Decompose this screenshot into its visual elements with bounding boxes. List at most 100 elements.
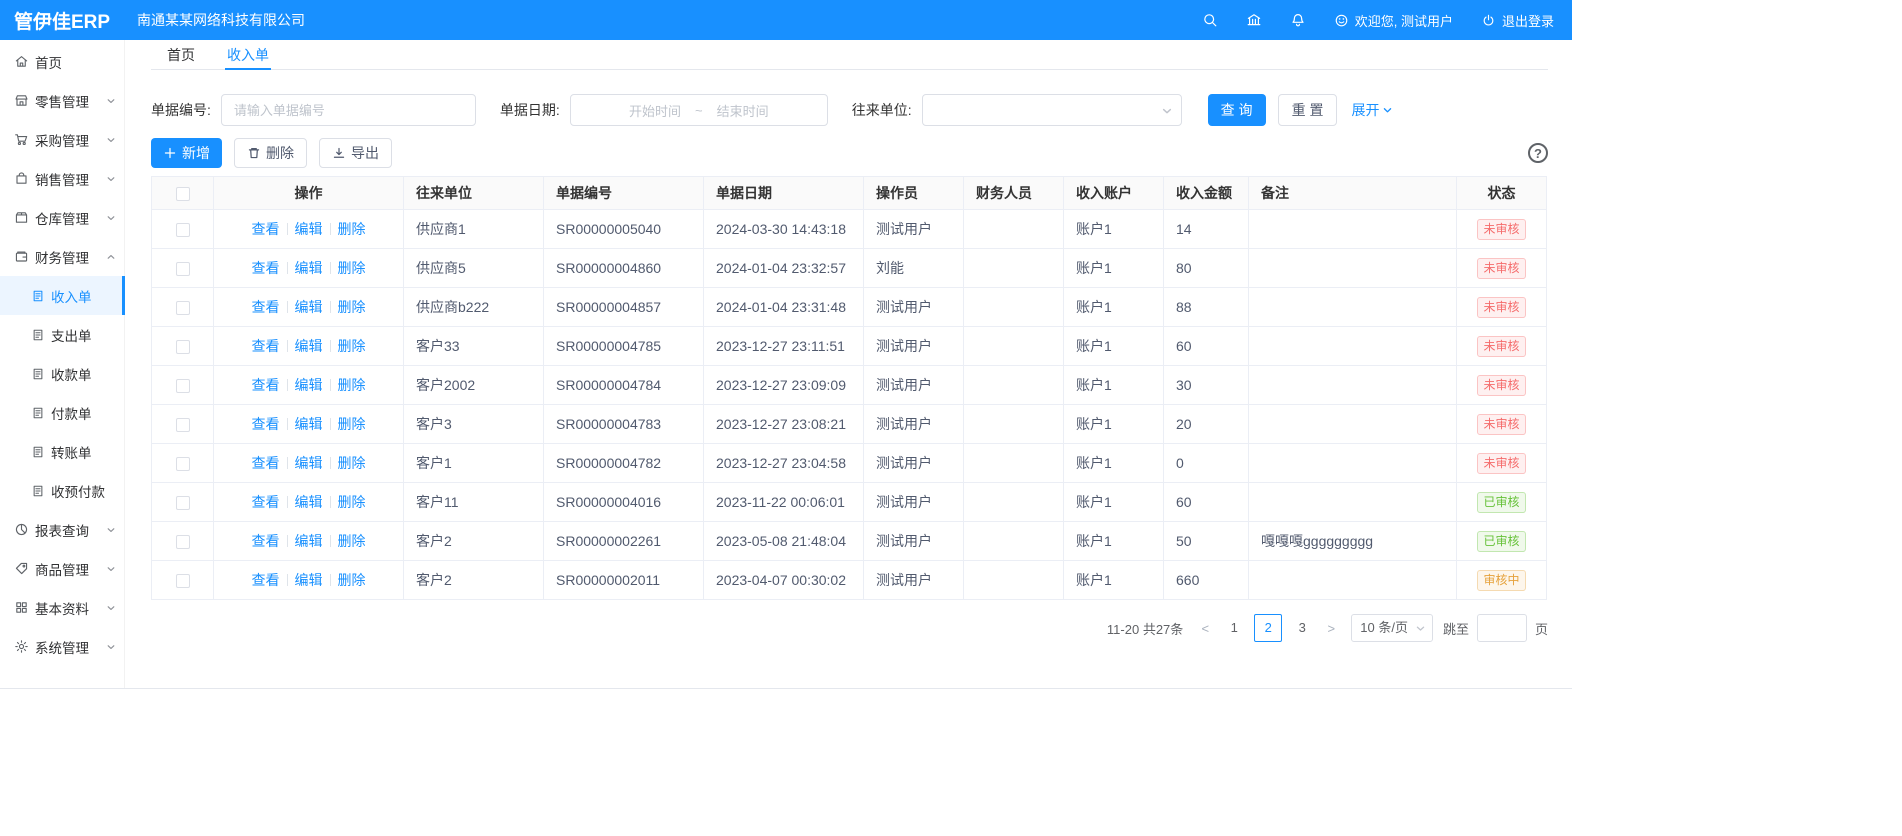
top-header: 管伊佳ERP 南通某某网络科技有限公司 欢迎您, 测试用户 退出登录	[0, 0, 1572, 40]
row-checkbox[interactable]	[176, 457, 190, 471]
view-link[interactable]: 查看	[252, 338, 280, 354]
sidebar-item-label: 基本资料	[35, 598, 89, 618]
sidebar: 首页 零售管理 采购管理 销售管理 仓库管理	[0, 40, 125, 688]
sidebar-item-label: 采购管理	[35, 130, 89, 150]
logout-button[interactable]: 退出登录	[1481, 11, 1554, 30]
sidebar-item-system-management[interactable]: 系统管理	[0, 627, 124, 666]
row-checkbox[interactable]	[176, 496, 190, 510]
edit-link[interactable]: 编辑	[295, 533, 323, 549]
sidebar-item-warehouse[interactable]: 仓库管理	[0, 198, 124, 237]
sidebar-item-income-bill[interactable]: 收入单	[0, 276, 124, 315]
row-checkbox[interactable]	[176, 418, 190, 432]
view-link[interactable]: 查看	[252, 416, 280, 432]
partner-select[interactable]	[922, 94, 1182, 126]
account-cell: 账户1	[1064, 327, 1164, 366]
page-size-select[interactable]: 10 条/页	[1351, 614, 1433, 642]
sidebar-item-home[interactable]: 首页	[0, 42, 124, 81]
home-shortcut-icon[interactable]	[1246, 12, 1262, 28]
edit-link[interactable]: 编辑	[295, 572, 323, 588]
sidebar-item-report-query[interactable]: 报表查询	[0, 510, 124, 549]
search-button[interactable]: 查 询	[1208, 94, 1266, 126]
welcome-user[interactable]: 欢迎您, 测试用户	[1334, 11, 1453, 30]
view-link[interactable]: 查看	[252, 572, 280, 588]
edit-link[interactable]: 编辑	[295, 416, 323, 432]
sidebar-item-retail[interactable]: 零售管理	[0, 81, 124, 120]
sidebar-item-purchase[interactable]: 采购管理	[0, 120, 124, 159]
row-checkbox[interactable]	[176, 223, 190, 237]
delete-link[interactable]: 删除	[338, 221, 366, 237]
page-button-1[interactable]: 1	[1220, 614, 1248, 642]
sidebar-item-sales[interactable]: 销售管理	[0, 159, 124, 198]
page-button-2-current[interactable]: 2	[1254, 614, 1282, 642]
finance-staff-cell	[964, 561, 1064, 600]
edit-link[interactable]: 编辑	[295, 221, 323, 237]
view-link[interactable]: 查看	[252, 533, 280, 549]
search-icon[interactable]	[1202, 12, 1218, 28]
sidebar-item-product-management[interactable]: 商品管理	[0, 549, 124, 588]
account-cell: 账户1	[1064, 366, 1164, 405]
view-link[interactable]: 查看	[252, 494, 280, 510]
row-checkbox[interactable]	[176, 340, 190, 354]
edit-link[interactable]: 编辑	[295, 299, 323, 315]
sidebar-item-receipt-bill[interactable]: 收款单	[0, 354, 124, 393]
help-icon[interactable]: ?	[1528, 143, 1548, 163]
delete-link[interactable]: 删除	[338, 455, 366, 471]
operator-cell: 刘能	[864, 249, 964, 288]
row-checkbox[interactable]	[176, 574, 190, 588]
view-link[interactable]: 查看	[252, 455, 280, 471]
row-checkbox[interactable]	[176, 301, 190, 315]
sidebar-item-payment-bill[interactable]: 付款单	[0, 393, 124, 432]
row-checkbox[interactable]	[176, 535, 190, 549]
next-page-button[interactable]: >	[1319, 621, 1343, 636]
export-button[interactable]: 导出	[319, 138, 392, 168]
add-button[interactable]: 新增	[151, 138, 222, 168]
delete-link[interactable]: 删除	[338, 416, 366, 432]
edit-link[interactable]: 编辑	[295, 377, 323, 393]
select-all-checkbox[interactable]	[176, 187, 190, 201]
delete-link[interactable]: 删除	[338, 533, 366, 549]
remark-cell	[1249, 327, 1457, 366]
edit-link[interactable]: 编辑	[295, 338, 323, 354]
delete-link[interactable]: 删除	[338, 260, 366, 276]
status-badge: 未审核	[1477, 258, 1525, 279]
prev-page-button[interactable]: <	[1193, 621, 1217, 636]
sidebar-item-advance-payment[interactable]: 收预付款	[0, 471, 124, 510]
sidebar-item-finance[interactable]: 财务管理	[0, 237, 124, 276]
sidebar-item-expense-bill[interactable]: 支出单	[0, 315, 124, 354]
row-checkbox[interactable]	[176, 262, 190, 276]
tab-home[interactable]: 首页	[151, 40, 211, 69]
bill-no-cell: SR00000002261	[544, 522, 704, 561]
sidebar-item-basic-data[interactable]: 基本资料	[0, 588, 124, 627]
account-cell: 账户1	[1064, 210, 1164, 249]
delete-link[interactable]: 删除	[338, 299, 366, 315]
view-link[interactable]: 查看	[252, 260, 280, 276]
col-operator: 操作员	[864, 177, 964, 210]
jump-page-input[interactable]	[1477, 614, 1527, 642]
page-button-3[interactable]: 3	[1288, 614, 1316, 642]
view-link[interactable]: 查看	[252, 377, 280, 393]
date-range-picker[interactable]: 开始时间 ~ 结束时间	[570, 94, 828, 126]
delete-link[interactable]: 删除	[338, 377, 366, 393]
view-link[interactable]: 查看	[252, 221, 280, 237]
view-link[interactable]: 查看	[252, 299, 280, 315]
edit-link[interactable]: 编辑	[295, 455, 323, 471]
table-row: 查看编辑删除 客户1 SR00000004782 2023-12-27 23:0…	[152, 444, 1547, 483]
tab-income-bill[interactable]: 收入单	[211, 40, 285, 69]
bell-icon[interactable]	[1290, 12, 1306, 28]
delete-button[interactable]: 删除	[234, 138, 307, 168]
delete-link[interactable]: 删除	[338, 338, 366, 354]
sidebar-item-transfer-bill[interactable]: 转账单	[0, 432, 124, 471]
status-badge: 审核中	[1477, 570, 1525, 591]
delete-link[interactable]: 删除	[338, 572, 366, 588]
partner-cell: 客户3	[404, 405, 544, 444]
edit-link[interactable]: 编辑	[295, 260, 323, 276]
reset-button[interactable]: 重 置	[1278, 94, 1338, 126]
bill-date-cell: 2023-12-27 23:08:21	[704, 405, 864, 444]
row-checkbox[interactable]	[176, 379, 190, 393]
delete-link[interactable]: 删除	[338, 494, 366, 510]
bill-date-cell: 2023-04-07 00:30:02	[704, 561, 864, 600]
expand-link[interactable]: 展开	[1351, 100, 1393, 120]
bill-no-input[interactable]	[221, 94, 476, 126]
chevron-down-icon	[106, 603, 116, 613]
edit-link[interactable]: 编辑	[295, 494, 323, 510]
